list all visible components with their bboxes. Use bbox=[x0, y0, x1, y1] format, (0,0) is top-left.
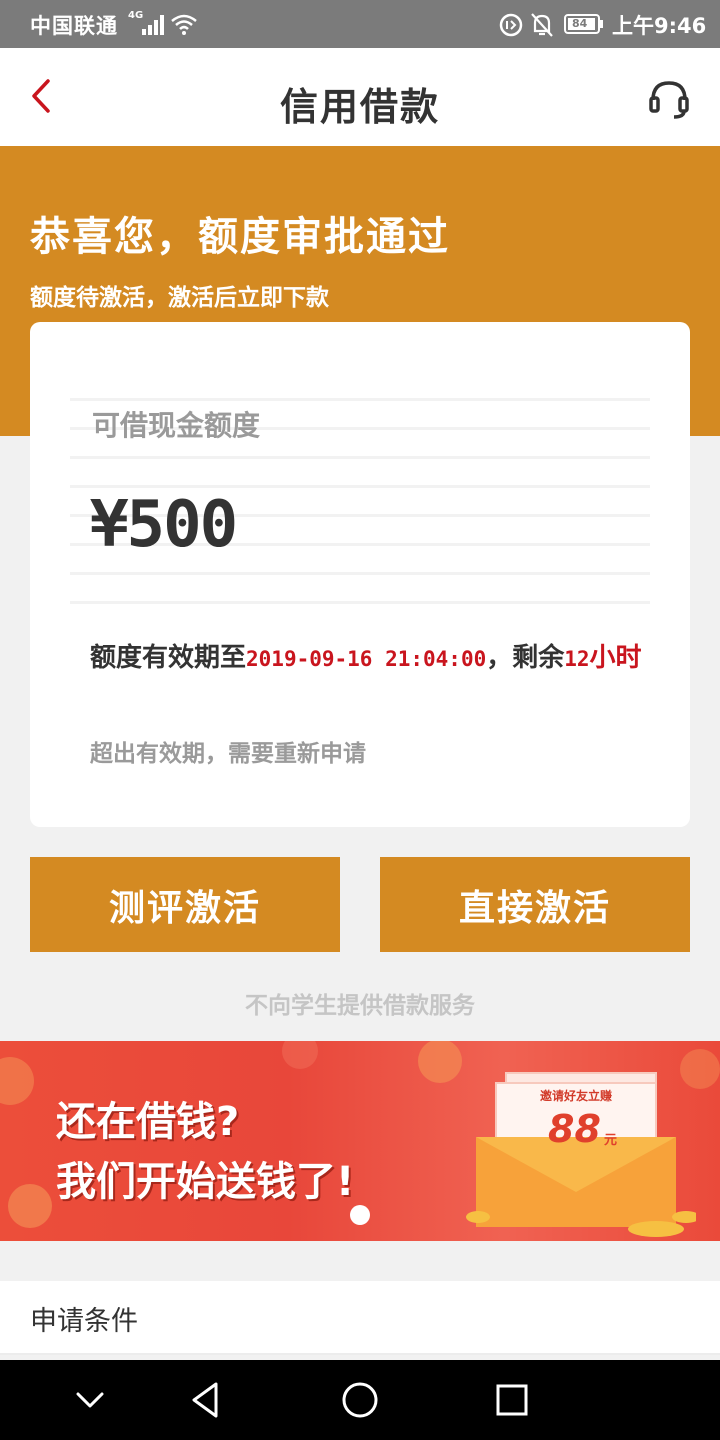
evaluate-activate-button[interactable]: 测评激活 bbox=[30, 857, 340, 952]
envelope-invite-text: 邀请好友立赚 bbox=[540, 1089, 613, 1103]
headset-icon[interactable] bbox=[646, 76, 692, 122]
validity-text: 额度有效期至2019-09-16 21:04:00，剩余12小时 bbox=[90, 640, 670, 677]
conditions-row[interactable]: 申请条件 bbox=[0, 1281, 720, 1355]
envelope-amount: 88 bbox=[548, 1107, 601, 1151]
credit-limit-card: 可借现金额度 ¥500 额度有效期至2019-09-16 21:04:00，剩余… bbox=[30, 322, 690, 827]
signal-icon bbox=[142, 15, 164, 35]
nav-home-icon[interactable] bbox=[340, 1380, 380, 1420]
battery-level: 84 bbox=[572, 17, 588, 30]
remaining-number: 12 bbox=[564, 647, 590, 671]
promo-banner[interactable]: 还在借钱? 我们开始送钱了! 邀请好友立赚 88 元 bbox=[0, 1041, 720, 1241]
wifi-icon bbox=[171, 14, 197, 35]
envelope-unit: 元 bbox=[604, 1133, 618, 1148]
expire-note: 超出有效期，需要重新申请 bbox=[90, 741, 366, 767]
promo-headline: 还在借钱? bbox=[56, 1099, 240, 1145]
nav-back-icon[interactable] bbox=[186, 1380, 226, 1420]
validity-datetime: 2019-09-16 21:04:00 bbox=[246, 647, 487, 671]
promo-subheadline: 我们开始送钱了! bbox=[56, 1159, 355, 1205]
mute-bell-icon bbox=[531, 13, 553, 37]
validity-mid: ，剩余 bbox=[486, 643, 565, 673]
student-disclaimer: 不向学生提供借款服务 bbox=[245, 993, 475, 1019]
carousel-indicator bbox=[350, 1205, 370, 1225]
carrier-name: 中国联通 bbox=[30, 14, 118, 38]
clock: 上午9:46 bbox=[612, 14, 707, 38]
system-nav-bar bbox=[0, 1360, 720, 1440]
remaining-unit: 小时 bbox=[589, 643, 642, 673]
data-saver-icon bbox=[499, 13, 523, 37]
app-header: 信用借款 bbox=[0, 48, 720, 146]
limit-amount: ¥500 bbox=[90, 488, 238, 562]
conditions-label: 申请条件 bbox=[30, 1306, 138, 1337]
direct-activate-button[interactable]: 直接激活 bbox=[380, 857, 690, 952]
nav-recents-icon[interactable] bbox=[492, 1380, 532, 1420]
validity-prefix: 额度有效期至 bbox=[90, 643, 247, 673]
activation-note: 额度待激活，激活后立即下款 bbox=[30, 285, 329, 311]
status-bar: 中国联通 4G 84 上午9:46 bbox=[0, 0, 720, 48]
limit-label: 可借现金额度 bbox=[92, 409, 261, 442]
approval-title: 恭喜您，额度审批通过 bbox=[30, 214, 450, 260]
page-title: 信用借款 bbox=[279, 85, 440, 129]
hide-keyboard-icon[interactable] bbox=[70, 1380, 110, 1420]
